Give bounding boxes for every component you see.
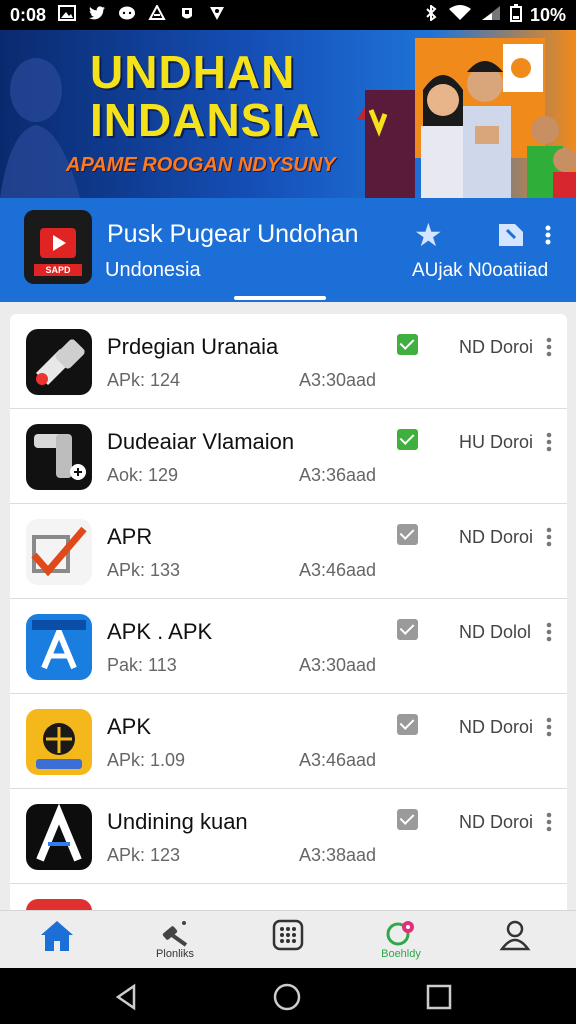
item-time: A3:30aad	[299, 370, 377, 390]
item-checkbox[interactable]	[397, 809, 418, 830]
list-item[interactable]: Prdegian Uranaia APk: 124 A3:30aad ND Do…	[10, 314, 567, 409]
item-time: A3:36aad	[299, 465, 377, 485]
item-time: A3:38aad	[299, 845, 377, 865]
letter-a-icon	[26, 804, 92, 870]
nav-profile[interactable]	[470, 915, 560, 969]
gamepad-icon	[386, 921, 414, 946]
list-item[interactable]: Dudeaiar Vlamaion Aok: 129 A3:36aad HU D…	[10, 409, 567, 504]
item-checkbox[interactable]	[397, 334, 418, 355]
header-action-label[interactable]: AUjak N0oatiiad	[412, 260, 548, 282]
home-icon	[41, 921, 73, 951]
app-logo[interactable]: SAPD	[24, 210, 92, 284]
person-icon	[499, 920, 531, 951]
app-logo-label: SAPD	[34, 264, 82, 276]
list-item[interactable]: APK . APK Pak: 113 A3:30aad ND Dolol	[10, 599, 567, 694]
item-status: ND Doroi	[459, 717, 534, 737]
recents-icon[interactable]	[424, 982, 454, 1012]
item-name: APR	[107, 524, 153, 549]
item-name: APK . APK	[107, 619, 213, 644]
bell-icon	[178, 5, 196, 26]
item-time: A3:30aad	[299, 655, 377, 675]
item-name: Undining kuan	[107, 809, 248, 834]
more-options-icon[interactable]	[545, 811, 553, 833]
nav-plonliks[interactable]: Plonliks	[130, 915, 220, 969]
status-time: 0:08	[10, 4, 47, 25]
list-item[interactable]: Undining kuan APk: 123 A3:38aad ND Doroi	[10, 789, 567, 884]
item-meta: APk: 123	[107, 845, 181, 865]
twitter-icon	[88, 5, 106, 26]
item-meta: APk: 133	[107, 560, 181, 580]
pipe-icon	[26, 424, 92, 490]
checkmark-icon	[26, 519, 92, 585]
bookmark-icon[interactable]	[497, 222, 525, 248]
app-list: Prdegian Uranaia APk: 124 A3:30aad ND Do…	[10, 314, 567, 914]
item-name: Dudeaiar Vlamaion	[107, 429, 295, 454]
item-time: A3:46aad	[299, 750, 377, 770]
list-item[interactable]: APK APk: 1.09 A3:46aad ND Doroi	[10, 694, 567, 789]
bluetooth-icon	[422, 4, 440, 26]
battery-percent: 10%	[529, 4, 566, 25]
badge-icon	[26, 709, 92, 775]
item-status: ND Doroi	[459, 337, 534, 357]
item-status: HU Doroi	[459, 432, 534, 452]
app-title: Pusk Pugear Undohan	[107, 220, 359, 248]
more-options-icon[interactable]	[544, 224, 552, 246]
banner-people-illustration	[357, 38, 576, 198]
app-header: SAPD Pusk Pugear Undohan Undonesia ★ AUj…	[0, 198, 576, 302]
tab-indicator	[234, 296, 326, 300]
nav-home[interactable]	[12, 915, 102, 969]
item-name: Prdegian Uranaia	[107, 334, 279, 359]
banner-title: UNDHAN INDANSIA	[90, 46, 321, 146]
item-meta: Aok: 129	[107, 465, 179, 485]
system-nav-bar	[0, 968, 576, 1024]
item-name: APK	[107, 714, 152, 739]
nav-label: Plonliks	[156, 948, 194, 960]
tool-icon	[26, 329, 92, 395]
signal-icon	[480, 5, 502, 26]
item-checkbox[interactable]	[397, 429, 418, 450]
more-options-icon[interactable]	[545, 526, 553, 548]
item-status: ND Dolol	[459, 622, 532, 642]
more-options-icon[interactable]	[545, 716, 553, 738]
status-bar: 0:08 10%	[0, 0, 576, 30]
item-checkbox[interactable]	[397, 619, 418, 640]
more-options-icon[interactable]	[545, 431, 553, 453]
promo-banner[interactable]: UNDHAN INDANSIA APAME ROOGAN NDYSUNY	[0, 30, 576, 198]
item-time: A3:46aad	[299, 560, 377, 580]
item-meta: Pak: 113	[107, 655, 177, 675]
shield-icon	[208, 5, 226, 26]
item-checkbox[interactable]	[397, 714, 418, 735]
star-icon[interactable]: ★	[414, 216, 443, 254]
item-status: ND Doroi	[459, 527, 534, 547]
more-options-icon[interactable]	[545, 336, 553, 358]
location-icon	[148, 4, 166, 26]
item-meta: APk: 124	[107, 370, 181, 390]
nav-boehldy[interactable]: Boehldy	[356, 915, 446, 969]
hammer-icon	[162, 921, 188, 947]
nav-grid[interactable]	[243, 915, 333, 969]
image-notification-icon	[58, 4, 77, 26]
banner-subtitle: APAME ROOGAN NDYSUNY	[66, 154, 336, 176]
bottom-nav: Plonliks Boehldy	[0, 910, 576, 968]
nav-label: Boehldy	[381, 948, 421, 960]
list-item[interactable]: APR APk: 133 A3:46aad ND Doroi	[10, 504, 567, 599]
grid-icon	[272, 919, 304, 951]
wifi-icon	[448, 4, 472, 26]
play-icon	[40, 228, 76, 258]
item-meta: APk: 1.09	[107, 750, 186, 770]
back-icon[interactable]	[112, 982, 142, 1012]
item-status: ND Doroi	[459, 812, 534, 832]
app-subtitle: Undonesia	[105, 259, 201, 281]
home-circle-icon[interactable]	[272, 982, 302, 1012]
item-checkbox[interactable]	[397, 524, 418, 545]
chat-icon	[118, 5, 136, 26]
appstore-icon	[26, 614, 92, 680]
battery-icon	[509, 3, 522, 27]
more-options-icon[interactable]	[545, 621, 553, 643]
